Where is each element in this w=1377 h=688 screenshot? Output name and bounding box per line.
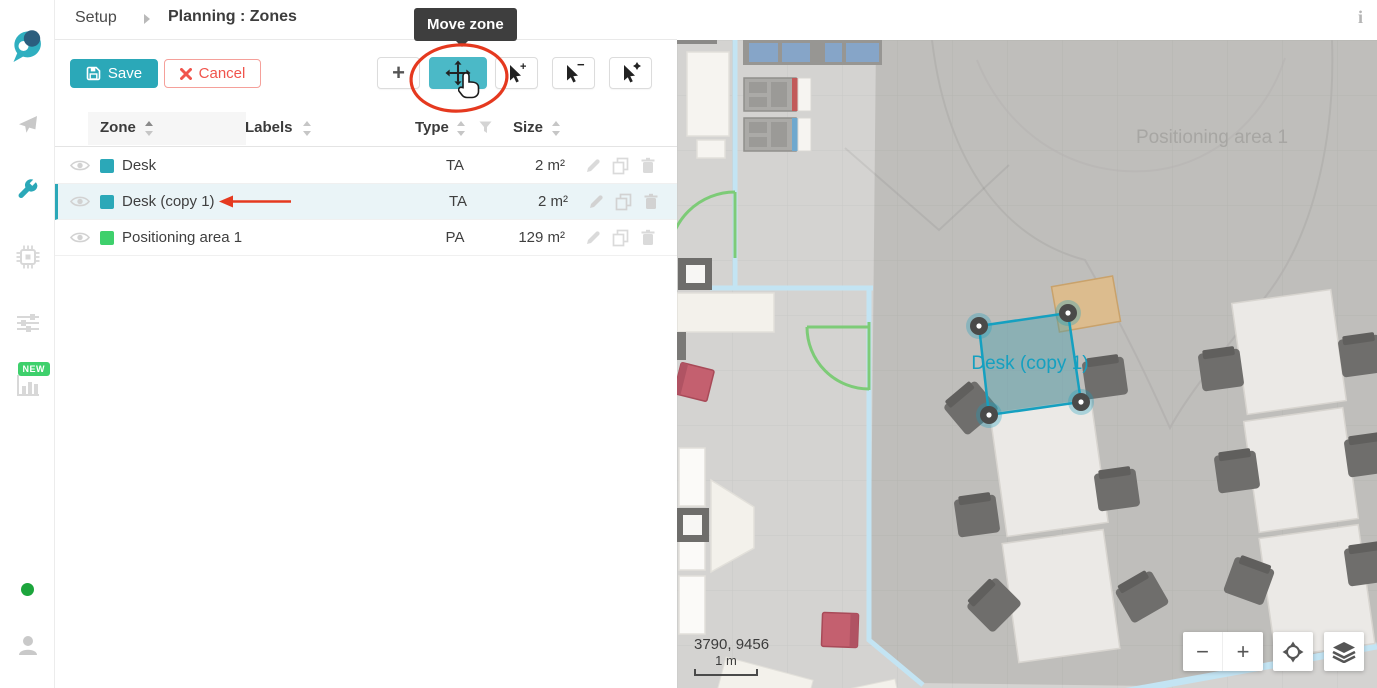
bed-shape <box>744 78 811 111</box>
save-floppy-icon <box>86 66 101 81</box>
sidebar-item-home[interactable] <box>0 113 55 137</box>
breadcrumb-section[interactable]: Setup <box>75 9 117 27</box>
svg-text:+: + <box>520 61 526 73</box>
layers-button[interactable] <box>1324 632 1364 671</box>
cancel-button[interactable]: Cancel <box>164 59 261 88</box>
zone-color-swatch <box>100 231 114 245</box>
move-point-button[interactable] <box>609 57 652 89</box>
sort-arrows-type <box>457 121 466 136</box>
paper-plane-icon <box>16 113 40 137</box>
sidebar-item-settings[interactable] <box>0 311 55 335</box>
edit-pencil-icon[interactable] <box>588 193 605 216</box>
red-chair-shape <box>821 612 858 647</box>
add-point-button[interactable]: + <box>495 57 538 89</box>
remove-point-button[interactable]: − <box>552 57 595 89</box>
cursor-plus-icon: + <box>505 61 529 85</box>
sort-arrows-zone <box>145 121 154 136</box>
duplicate-copy-icon[interactable] <box>612 229 630 252</box>
sliders-icon <box>15 311 41 335</box>
bed-shape <box>744 118 811 151</box>
zone-name: Desk (copy 1) <box>122 193 215 210</box>
zone-size: 2 m² <box>490 157 565 174</box>
zoom-in-button[interactable]: + <box>1223 632 1263 671</box>
sort-arrows-size <box>552 121 561 136</box>
cursor-minus-icon: − <box>562 61 586 85</box>
chip-icon <box>15 244 41 270</box>
cancel-x-icon <box>180 68 192 80</box>
visibility-eye-icon[interactable] <box>70 158 90 178</box>
zoom-out-button[interactable]: − <box>1183 632 1223 671</box>
cancel-button-label: Cancel <box>199 65 246 82</box>
sidebar-item-setup[interactable] <box>0 178 55 203</box>
sort-arrows-labels <box>303 121 312 136</box>
breadcrumb-page: Planning : Zones <box>168 8 297 26</box>
map-canvas[interactable]: Positioning area 1 Desk (copy 1) 3790, 9… <box>677 40 1377 688</box>
sidebar-item-hardware[interactable] <box>0 244 55 270</box>
map-top-strip: i <box>677 0 1377 40</box>
user-icon <box>15 632 41 658</box>
sidebar-item-analytics[interactable]: NEW <box>0 372 55 403</box>
zone-color-swatch <box>100 195 114 209</box>
zone-name: Positioning area 1 <box>122 229 242 246</box>
cursor-move-point-icon <box>619 61 643 85</box>
table-row-positioning-area-1[interactable]: Positioning area 1 PA 129 m² <box>55 220 677 256</box>
breadcrumb-chevron-icon <box>144 14 150 24</box>
delete-trash-icon[interactable] <box>640 229 656 252</box>
delete-trash-icon[interactable] <box>640 157 656 180</box>
edit-pencil-icon[interactable] <box>585 157 602 180</box>
visibility-eye-icon[interactable] <box>70 194 90 214</box>
filter-funnel-icon[interactable] <box>479 121 492 134</box>
wrench-icon <box>15 178 40 203</box>
table-row-desk-copy-1[interactable]: Desk (copy 1) TA 2 m² <box>55 184 677 220</box>
zone-color-swatch <box>100 159 114 173</box>
sidebar: NEW <box>0 0 55 688</box>
sidebar-item-account[interactable] <box>0 632 55 658</box>
window-shapes <box>743 40 882 65</box>
duplicate-copy-icon[interactable] <box>615 193 633 216</box>
app-logo[interactable] <box>0 26 55 63</box>
plus-icon: + <box>392 60 405 86</box>
layers-icon <box>1332 641 1356 663</box>
locate-crosshair-icon <box>1282 641 1304 663</box>
zoom-control-group: − + <box>1183 632 1263 671</box>
zones-table-header: Zone Labels Type Size <box>55 110 677 147</box>
floor-plan <box>677 40 1377 688</box>
save-button-label: Save <box>108 65 142 82</box>
move-arrows-icon <box>445 60 471 86</box>
column-header-zone[interactable]: Zone <box>100 119 136 136</box>
info-icon[interactable]: i <box>1358 7 1363 28</box>
duplicate-copy-icon[interactable] <box>612 157 630 180</box>
zone-type: PA <box>435 229 475 246</box>
zone-name: Desk <box>122 157 156 174</box>
new-badge: NEW <box>18 362 51 376</box>
zone-size: 129 m² <box>490 229 565 246</box>
zone-size: 2 m² <box>493 193 568 210</box>
visibility-eye-icon[interactable] <box>70 230 90 250</box>
delete-trash-icon[interactable] <box>643 193 659 216</box>
header-divider <box>55 39 677 40</box>
add-zone-button[interactable]: + <box>377 57 420 89</box>
move-zone-button[interactable] <box>429 57 487 89</box>
selected-zone-polygon[interactable] <box>979 313 1081 415</box>
zone-type: TA <box>438 193 478 210</box>
save-button[interactable]: Save <box>70 59 158 88</box>
edit-pencil-icon[interactable] <box>585 229 602 252</box>
column-header-size[interactable]: Size <box>513 119 543 136</box>
connection-status-dot <box>0 583 55 596</box>
pozyx-logo-icon <box>9 26 46 63</box>
column-header-labels[interactable]: Labels <box>245 119 293 136</box>
zones-panel: Setup Planning : Zones Save Cancel + <box>55 0 677 688</box>
svg-text:−: − <box>577 61 585 72</box>
zone-type: TA <box>435 157 475 174</box>
table-row-desk[interactable]: Desk TA 2 m² <box>55 148 677 184</box>
move-zone-tooltip: Move zone <box>414 8 517 41</box>
column-header-type[interactable]: Type <box>415 119 449 136</box>
locate-button[interactable] <box>1273 632 1313 671</box>
